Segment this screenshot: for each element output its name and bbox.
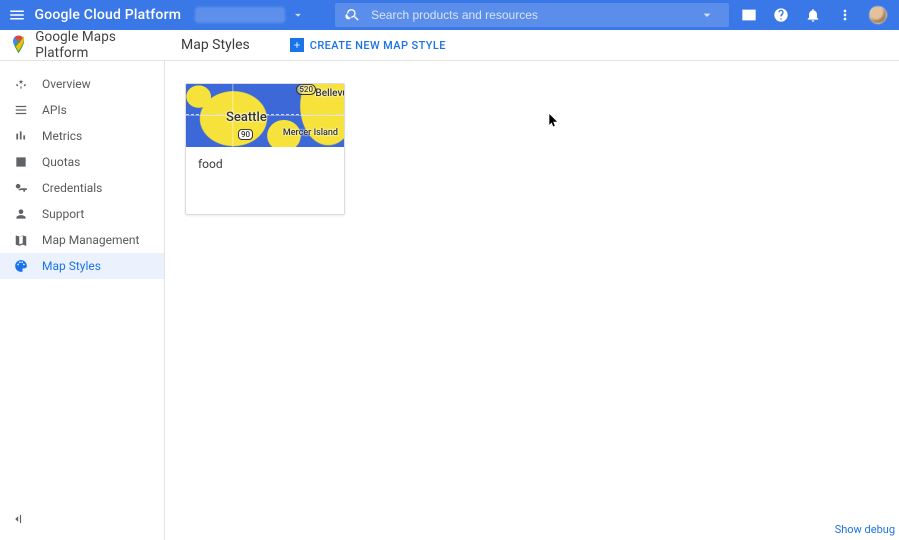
show-debug-link[interactable]: Show debug	[835, 523, 895, 536]
key-icon	[14, 181, 28, 195]
sidebar-item-credentials[interactable]: Credentials	[0, 175, 164, 201]
search-box[interactable]	[335, 3, 729, 27]
search-input[interactable]	[371, 8, 695, 22]
product-branding: Google Maps Platform	[0, 29, 165, 61]
person-icon	[14, 207, 28, 221]
top-bar-actions	[729, 6, 899, 24]
sidebar-item-overview[interactable]: Overview	[0, 71, 164, 97]
sidebar-item-label: Credentials	[42, 181, 102, 195]
sidebar-item-label: Map Styles	[42, 259, 101, 273]
page-title: Map Styles	[181, 37, 250, 53]
sidebar-item-apis[interactable]: APIs	[0, 97, 164, 123]
project-picker[interactable]	[195, 7, 305, 23]
map-styles-list: Seattle Bellevu Mercer Island 520 90 foo…	[165, 61, 899, 540]
chevron-down-icon	[291, 8, 305, 22]
notifications-icon[interactable]	[805, 7, 821, 23]
list-icon	[14, 103, 28, 117]
chevron-left-icon	[10, 512, 24, 526]
palette-icon	[14, 259, 28, 273]
quota-icon	[14, 155, 28, 169]
menu-icon	[8, 6, 26, 24]
thumb-label-city: Seattle	[226, 110, 267, 125]
thumb-label-shield: 90	[238, 129, 253, 140]
map-style-name: food	[186, 147, 344, 181]
project-name-redacted	[195, 7, 285, 23]
create-map-style-button[interactable]: CREATE NEW MAP STYLE	[290, 38, 446, 52]
map-style-card[interactable]: Seattle Bellevu Mercer Island 520 90 foo…	[185, 83, 345, 215]
sidebar-item-quotas[interactable]: Quotas	[0, 149, 164, 175]
bar-chart-icon	[14, 129, 28, 143]
map-icon	[14, 233, 28, 247]
platform-title: Google Cloud Platform	[34, 7, 181, 23]
sidebar-item-support[interactable]: Support	[0, 201, 164, 227]
sidebar-nav: Overview APIs Metrics Quotas Credentials…	[0, 61, 165, 540]
sidebar-item-label: Overview	[42, 77, 91, 91]
sidebar-item-label: Map Management	[42, 233, 139, 247]
thumb-label-ne: Bellevu	[315, 88, 344, 99]
create-map-style-label: CREATE NEW MAP STYLE	[310, 39, 446, 52]
search-dropdown-toggle[interactable]	[695, 7, 719, 23]
gcp-top-bar: Google Cloud Platform	[0, 0, 899, 30]
sidebar-item-metrics[interactable]: Metrics	[0, 123, 164, 149]
sidebar-item-label: Metrics	[42, 129, 82, 143]
plus-icon	[290, 38, 304, 52]
collapse-sidebar-button[interactable]	[10, 511, 24, 530]
hamburger-menu-button[interactable]	[0, 6, 34, 24]
product-header: Google Maps Platform Map Styles CREATE N…	[0, 30, 899, 61]
mouse-cursor-icon	[549, 113, 559, 127]
map-style-thumbnail: Seattle Bellevu Mercer Island 520 90	[186, 84, 344, 147]
thumb-label-route: 520	[296, 84, 316, 95]
chevron-down-icon	[699, 7, 715, 23]
sidebar-item-map-styles[interactable]: Map Styles	[0, 253, 164, 279]
sidebar-item-map-management[interactable]: Map Management	[0, 227, 164, 253]
cloud-shell-icon[interactable]	[741, 7, 757, 23]
sidebar-item-label: Quotas	[42, 155, 80, 169]
search-icon	[345, 7, 361, 23]
account-avatar[interactable]	[869, 6, 887, 24]
sidebar-item-label: APIs	[42, 103, 67, 117]
thumb-label-island: Mercer Island	[283, 128, 338, 138]
sidebar-item-label: Support	[42, 207, 84, 221]
maps-pin-icon	[12, 35, 25, 55]
more-vert-icon[interactable]	[837, 7, 853, 23]
product-name: Google Maps Platform	[35, 29, 165, 61]
overview-icon	[14, 77, 28, 91]
help-icon[interactable]	[773, 7, 789, 23]
